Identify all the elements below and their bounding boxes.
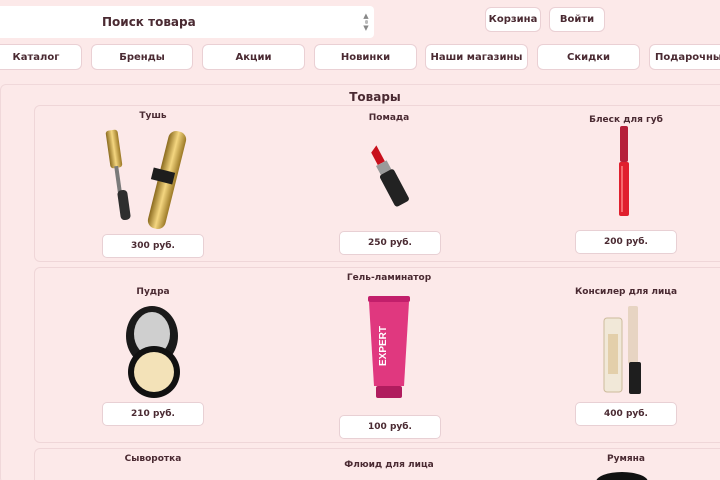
product-name-serum: Сыворотка xyxy=(124,454,182,464)
nav-catalog[interactable]: Каталог xyxy=(0,44,82,70)
nav-brands[interactable]: Бренды xyxy=(91,44,193,70)
nav-promotions[interactable]: Акции xyxy=(202,44,305,70)
cart-button[interactable]: Корзина xyxy=(485,7,541,32)
product-name-lipstick: Помада xyxy=(368,113,410,123)
product-name-gel-laminator: Гель-ламинатор xyxy=(346,273,432,283)
section-title: Товары xyxy=(349,90,401,104)
search-placeholder: Поиск товара xyxy=(102,15,196,29)
nav-stores[interactable]: Наши магазины xyxy=(425,44,528,70)
product-name-mascara: Тушь xyxy=(139,111,167,121)
gel-laminator-image[interactable]: EXPERT xyxy=(366,296,412,400)
svg-text:EXPERT: EXPERT xyxy=(378,326,389,366)
blush-image[interactable] xyxy=(592,470,652,480)
product-name-powder: Пудра xyxy=(136,287,170,297)
mascara-image[interactable] xyxy=(102,126,202,234)
product-price: 250 руб. xyxy=(339,231,441,255)
nav-gift-sets[interactable]: Подарочные наборы xyxy=(649,44,720,70)
product-price: 200 руб. xyxy=(575,230,677,254)
lip-gloss-image[interactable] xyxy=(614,126,634,218)
lipstick-image[interactable] xyxy=(362,140,420,210)
product-price: 300 руб. xyxy=(102,234,204,258)
product-name-blush: Румяна xyxy=(607,454,645,464)
number-spinner-icon[interactable]: ▲ ▼ xyxy=(362,12,370,32)
product-name-fluid: Флюид для лица xyxy=(344,460,434,470)
nav-new[interactable]: Новинки xyxy=(314,44,417,70)
login-button[interactable]: Войти xyxy=(549,7,605,32)
product-name-lip-gloss: Блеск для губ xyxy=(589,115,663,125)
nav-discounts[interactable]: Скидки xyxy=(537,44,640,70)
product-price: 400 руб. xyxy=(575,402,677,426)
search-input[interactable]: Поиск товара ▲ ▼ xyxy=(0,6,374,38)
powder-image[interactable] xyxy=(124,302,182,400)
product-name-concealer: Консилер для лица xyxy=(574,287,678,297)
product-price: 210 руб. xyxy=(102,402,204,426)
concealer-image[interactable] xyxy=(600,304,648,396)
product-price: 100 руб. xyxy=(339,415,441,439)
